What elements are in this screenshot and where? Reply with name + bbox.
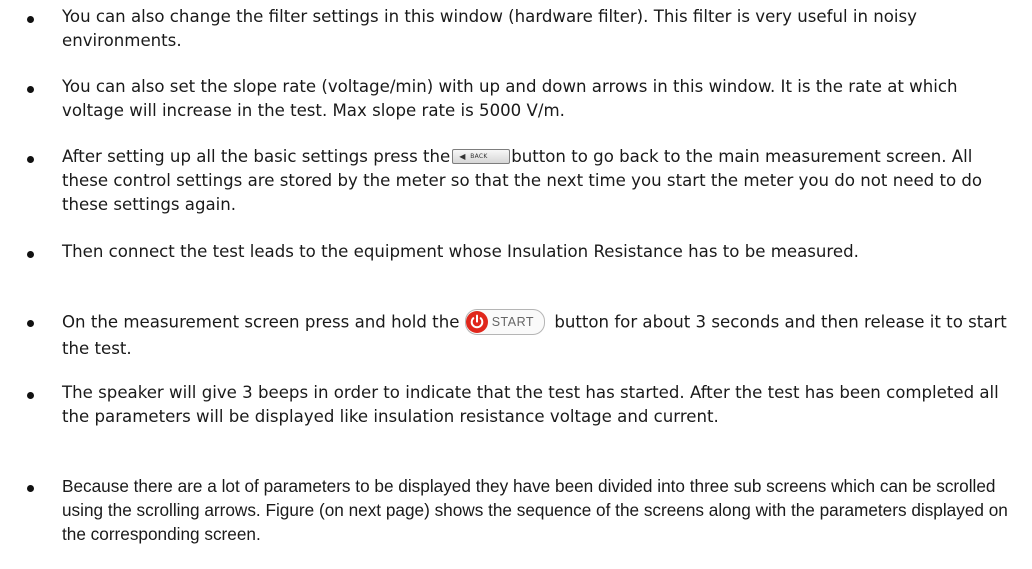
text-before-start: On the measurement screen press and hold… — [62, 312, 460, 332]
bullet-icon — [27, 392, 34, 399]
power-icon — [465, 311, 488, 333]
left-triangle-icon: ◀ — [459, 151, 466, 161]
list-item-text: You can also change the filter settings … — [62, 7, 917, 50]
bullet-icon — [27, 320, 34, 327]
list-item-text: After setting up all the basic settings … — [62, 145, 1022, 217]
bullet-icon — [27, 156, 34, 163]
back-button-label: BACK — [470, 152, 488, 160]
list-item-text: On the measurement screen press and hold… — [62, 309, 1022, 361]
start-button-label: START — [491, 315, 535, 329]
list-item-text: Because there are a lot of parameters to… — [62, 476, 1008, 544]
list-item-text: The speaker will give 3 beeps in order t… — [62, 383, 999, 426]
text-before-back: After setting up all the basic settings … — [62, 147, 451, 166]
back-button: ◀ BACK — [452, 148, 511, 164]
list-item-text: Then connect the test leads to the equip… — [62, 242, 859, 261]
start-button: START — [464, 309, 546, 335]
bullet-icon — [27, 485, 34, 492]
bullet-icon — [27, 86, 34, 93]
bullet-icon — [27, 251, 34, 258]
list-item-text: You can also set the slope rate (voltage… — [62, 77, 958, 120]
bullet-icon — [27, 16, 34, 23]
